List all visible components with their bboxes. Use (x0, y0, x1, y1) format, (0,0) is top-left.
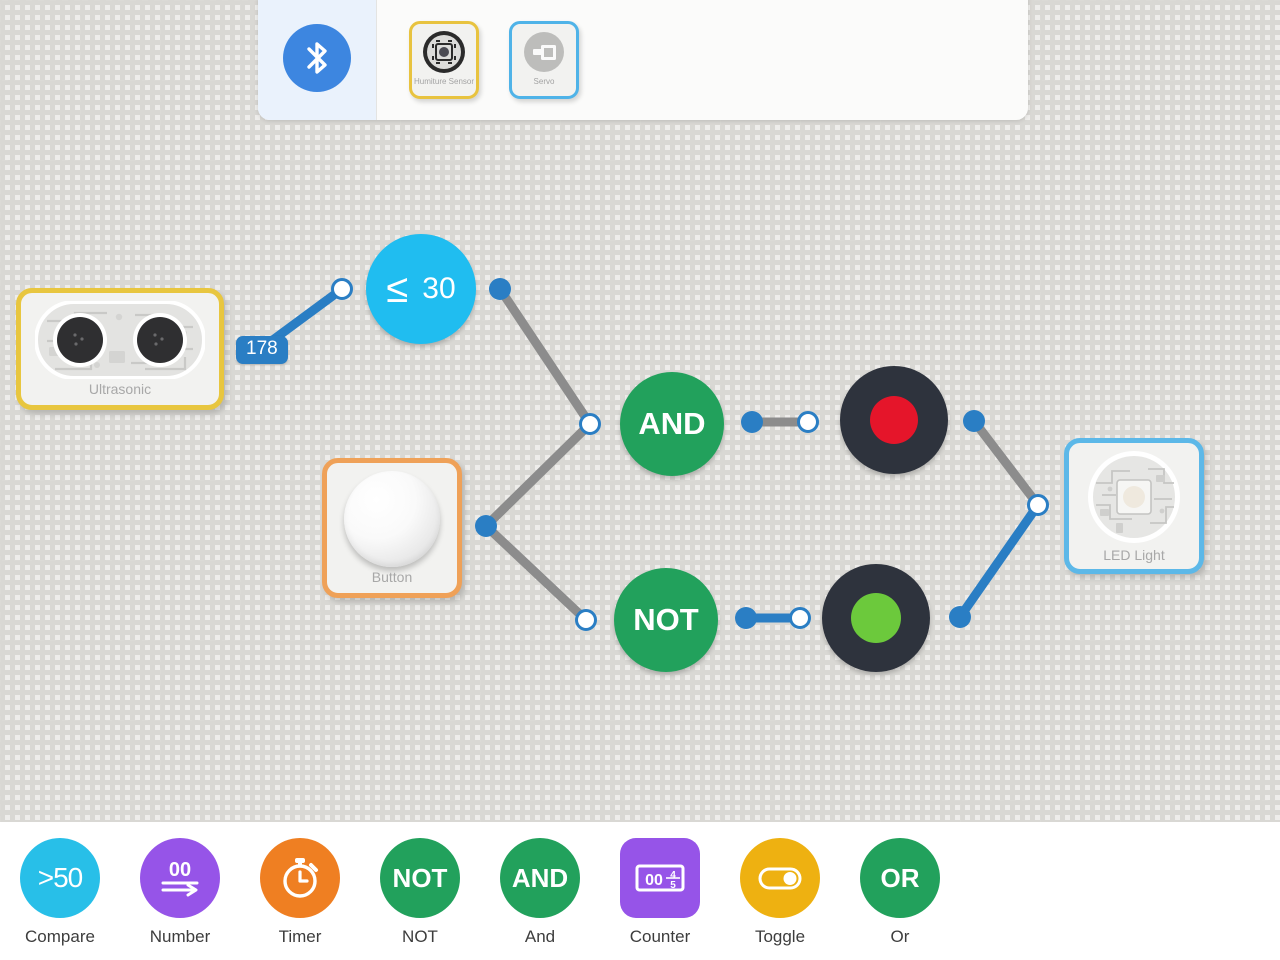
palette-label-timer: Timer (278, 927, 322, 946)
block-led-light[interactable]: LED Light (1064, 438, 1204, 574)
palette-label-not: NOT (402, 927, 438, 946)
device-tile-servo[interactable]: Servo (509, 21, 579, 99)
palette-item-counter[interactable]: 00 4 5 Counter (600, 838, 720, 947)
node-compare[interactable]: ≤ 30 (366, 234, 476, 344)
bluetooth-glyph (307, 42, 327, 74)
block-ultrasonic[interactable]: Ultrasonic (16, 288, 224, 410)
port-not-input[interactable] (575, 609, 597, 631)
ultrasonic-sensor-icon (35, 301, 205, 379)
number-icon[interactable]: 00 (140, 838, 220, 918)
palette-item-timer[interactable]: Timer (240, 838, 360, 947)
or-gate-icon[interactable]: OR (860, 838, 940, 918)
block-label-led-light: LED Light (1103, 547, 1165, 563)
palette-item-or[interactable]: OR Or (840, 838, 960, 947)
port-indicator-red-input[interactable] (797, 411, 819, 433)
wire-indicator-green-to-led (955, 500, 1043, 622)
block-palette: >50 Compare 00 Number Timer NOT NOT AND … (0, 822, 1280, 960)
led-light-icon (1088, 451, 1180, 543)
toggle-icon[interactable] (740, 838, 820, 918)
not-icon-glyph: NOT (392, 862, 448, 893)
compare-icon-glyph: >50 (37, 862, 83, 893)
device-label-servo: Servo (533, 77, 555, 86)
port-button-output[interactable] (475, 515, 497, 537)
palette-label-or: Or (890, 927, 910, 946)
block-label-ultrasonic: Ultrasonic (88, 381, 152, 397)
port-indicator-green-output[interactable] (949, 606, 971, 628)
node-indicator-green[interactable] (822, 564, 930, 672)
app-root: 178 Ultrasonic Button LED Light ≤ 30 AND… (0, 0, 1280, 960)
wire-button-to-and (481, 419, 595, 531)
push-button-icon (344, 471, 440, 567)
svg-text:00: 00 (645, 872, 663, 889)
bluetooth-icon[interactable] (283, 24, 351, 92)
indicator-bulb-green (851, 593, 901, 643)
servo-icon (522, 30, 566, 74)
port-not-output[interactable] (735, 607, 757, 629)
palette-item-compare[interactable]: >50 Compare (0, 838, 120, 947)
wire-indicator-red-to-led (969, 416, 1043, 510)
port-indicator-green-input[interactable] (789, 607, 811, 629)
palette-label-number: Number (149, 927, 211, 946)
port-and-input[interactable] (579, 413, 601, 435)
node-not-gate[interactable]: NOT (614, 568, 718, 672)
palette-label-counter: Counter (629, 927, 691, 946)
svg-text:00: 00 (169, 859, 191, 881)
ultrasonic-value-badge: 178 (236, 336, 288, 364)
palette-label-and: And (524, 927, 556, 946)
indicator-bulb-red (870, 396, 918, 444)
block-label-button: Button (371, 569, 413, 585)
port-and-output[interactable] (741, 411, 763, 433)
svg-text:5: 5 (670, 880, 676, 891)
counter-icon-glyph: 00 4 5 (635, 864, 685, 892)
port-indicator-red-output[interactable] (963, 410, 985, 432)
port-compare-output[interactable] (489, 278, 511, 300)
and-gate-icon[interactable]: AND (500, 838, 580, 918)
counter-icon[interactable]: 00 4 5 (620, 838, 700, 918)
device-toolbar: Humiture Sensor Servo (258, 0, 1028, 120)
toggle-icon-glyph (758, 867, 802, 890)
port-led-input[interactable] (1027, 494, 1049, 516)
device-tile-humiture-sensor[interactable]: Humiture Sensor (409, 21, 479, 99)
timer-icon[interactable] (260, 838, 340, 918)
compare-operator: ≤ (386, 267, 409, 311)
wire-button-to-not (481, 521, 591, 625)
device-label-humiture-sensor: Humiture Sensor (413, 77, 475, 86)
palette-item-number[interactable]: 00 Number (120, 838, 240, 947)
and-icon-glyph: AND (511, 862, 569, 893)
or-icon-glyph: OR (880, 862, 920, 893)
bluetooth-panel[interactable] (258, 0, 377, 120)
palette-item-toggle[interactable]: Toggle (720, 838, 840, 947)
device-list: Humiture Sensor Servo (377, 0, 1028, 120)
wire-compare-to-and (495, 284, 595, 429)
palette-label-compare: Compare (25, 927, 95, 946)
compare-icon[interactable]: >50 (20, 838, 100, 918)
block-button[interactable]: Button (322, 458, 462, 598)
not-gate-icon[interactable]: NOT (380, 838, 460, 918)
palette-label-toggle: Toggle (754, 927, 806, 946)
humiture-sensor-icon (422, 30, 466, 74)
palette-item-not[interactable]: NOT NOT (360, 838, 480, 947)
node-indicator-red[interactable] (840, 366, 948, 474)
number-icon-glyph: 00 (161, 859, 199, 897)
timer-icon-glyph (283, 858, 318, 898)
palette-item-and[interactable]: AND And (480, 838, 600, 947)
compare-value: 30 (422, 272, 456, 305)
port-compare-input[interactable] (331, 278, 353, 300)
node-and-gate[interactable]: AND (620, 372, 724, 476)
